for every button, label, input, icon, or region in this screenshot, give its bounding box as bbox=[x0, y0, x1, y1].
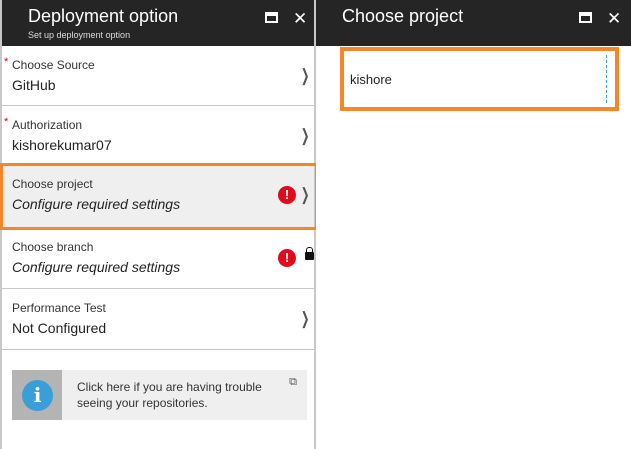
panel-header: Deployment option Set up deployment opti… bbox=[2, 0, 314, 46]
help-text: Click here if you are having trouble see… bbox=[77, 380, 262, 410]
row-label: Choose project bbox=[12, 177, 93, 191]
panel-title: Deployment option bbox=[28, 6, 179, 26]
panel-header: Choose project ✕ bbox=[316, 0, 631, 46]
info-icon-box: i bbox=[12, 370, 62, 420]
row-value: Not Configured bbox=[12, 320, 107, 336]
panel-subtitle: Set up deployment option bbox=[28, 30, 131, 40]
external-link-icon: ⧉ bbox=[289, 376, 297, 388]
choose-source-row[interactable]: * Choose Source GitHub ❯ bbox=[2, 46, 314, 106]
required-icon: * bbox=[4, 116, 9, 128]
chevron-right-icon: ❯ bbox=[300, 185, 310, 204]
performance-test-row[interactable]: Performance Test Not Configured ❯ bbox=[2, 289, 314, 350]
error-icon: ! bbox=[278, 249, 296, 267]
input-edge bbox=[606, 55, 607, 103]
project-input[interactable] bbox=[348, 55, 603, 103]
chevron-right-icon: ❯ bbox=[300, 309, 310, 328]
deployment-option-panel: Deployment option Set up deployment opti… bbox=[0, 0, 316, 449]
row-label: Performance Test bbox=[12, 301, 106, 315]
required-icon: * bbox=[4, 56, 9, 68]
chevron-right-icon: ❯ bbox=[300, 66, 310, 85]
row-value: kishorekumar07 bbox=[12, 137, 112, 153]
choose-project-panel: Choose project ✕ bbox=[316, 0, 631, 449]
info-icon: i bbox=[22, 380, 53, 411]
maximize-icon[interactable] bbox=[579, 12, 592, 23]
choose-project-row[interactable]: Choose project Configure required settin… bbox=[2, 165, 314, 228]
maximize-icon[interactable] bbox=[265, 12, 278, 23]
row-label: Choose Source bbox=[12, 58, 95, 72]
close-icon[interactable]: ✕ bbox=[293, 9, 307, 29]
authorization-row[interactable]: * Authorization kishorekumar07 ❯ bbox=[2, 106, 314, 165]
lock-icon bbox=[305, 247, 314, 260]
panel-title: Choose project bbox=[342, 6, 464, 26]
repository-help-link[interactable]: i Click here if you are having trouble s… bbox=[12, 370, 307, 420]
project-input-box bbox=[340, 47, 619, 111]
row-value: Configure required settings bbox=[12, 259, 181, 275]
row-label: Choose branch bbox=[12, 240, 94, 254]
row-value: GitHub bbox=[12, 77, 56, 93]
choose-branch-row: Choose branch Configure required setting… bbox=[2, 228, 314, 289]
row-value: Configure required settings bbox=[12, 196, 181, 212]
error-icon: ! bbox=[278, 186, 296, 204]
close-icon[interactable]: ✕ bbox=[607, 9, 621, 29]
chevron-right-icon: ❯ bbox=[300, 126, 310, 145]
row-label: Authorization bbox=[12, 118, 83, 132]
